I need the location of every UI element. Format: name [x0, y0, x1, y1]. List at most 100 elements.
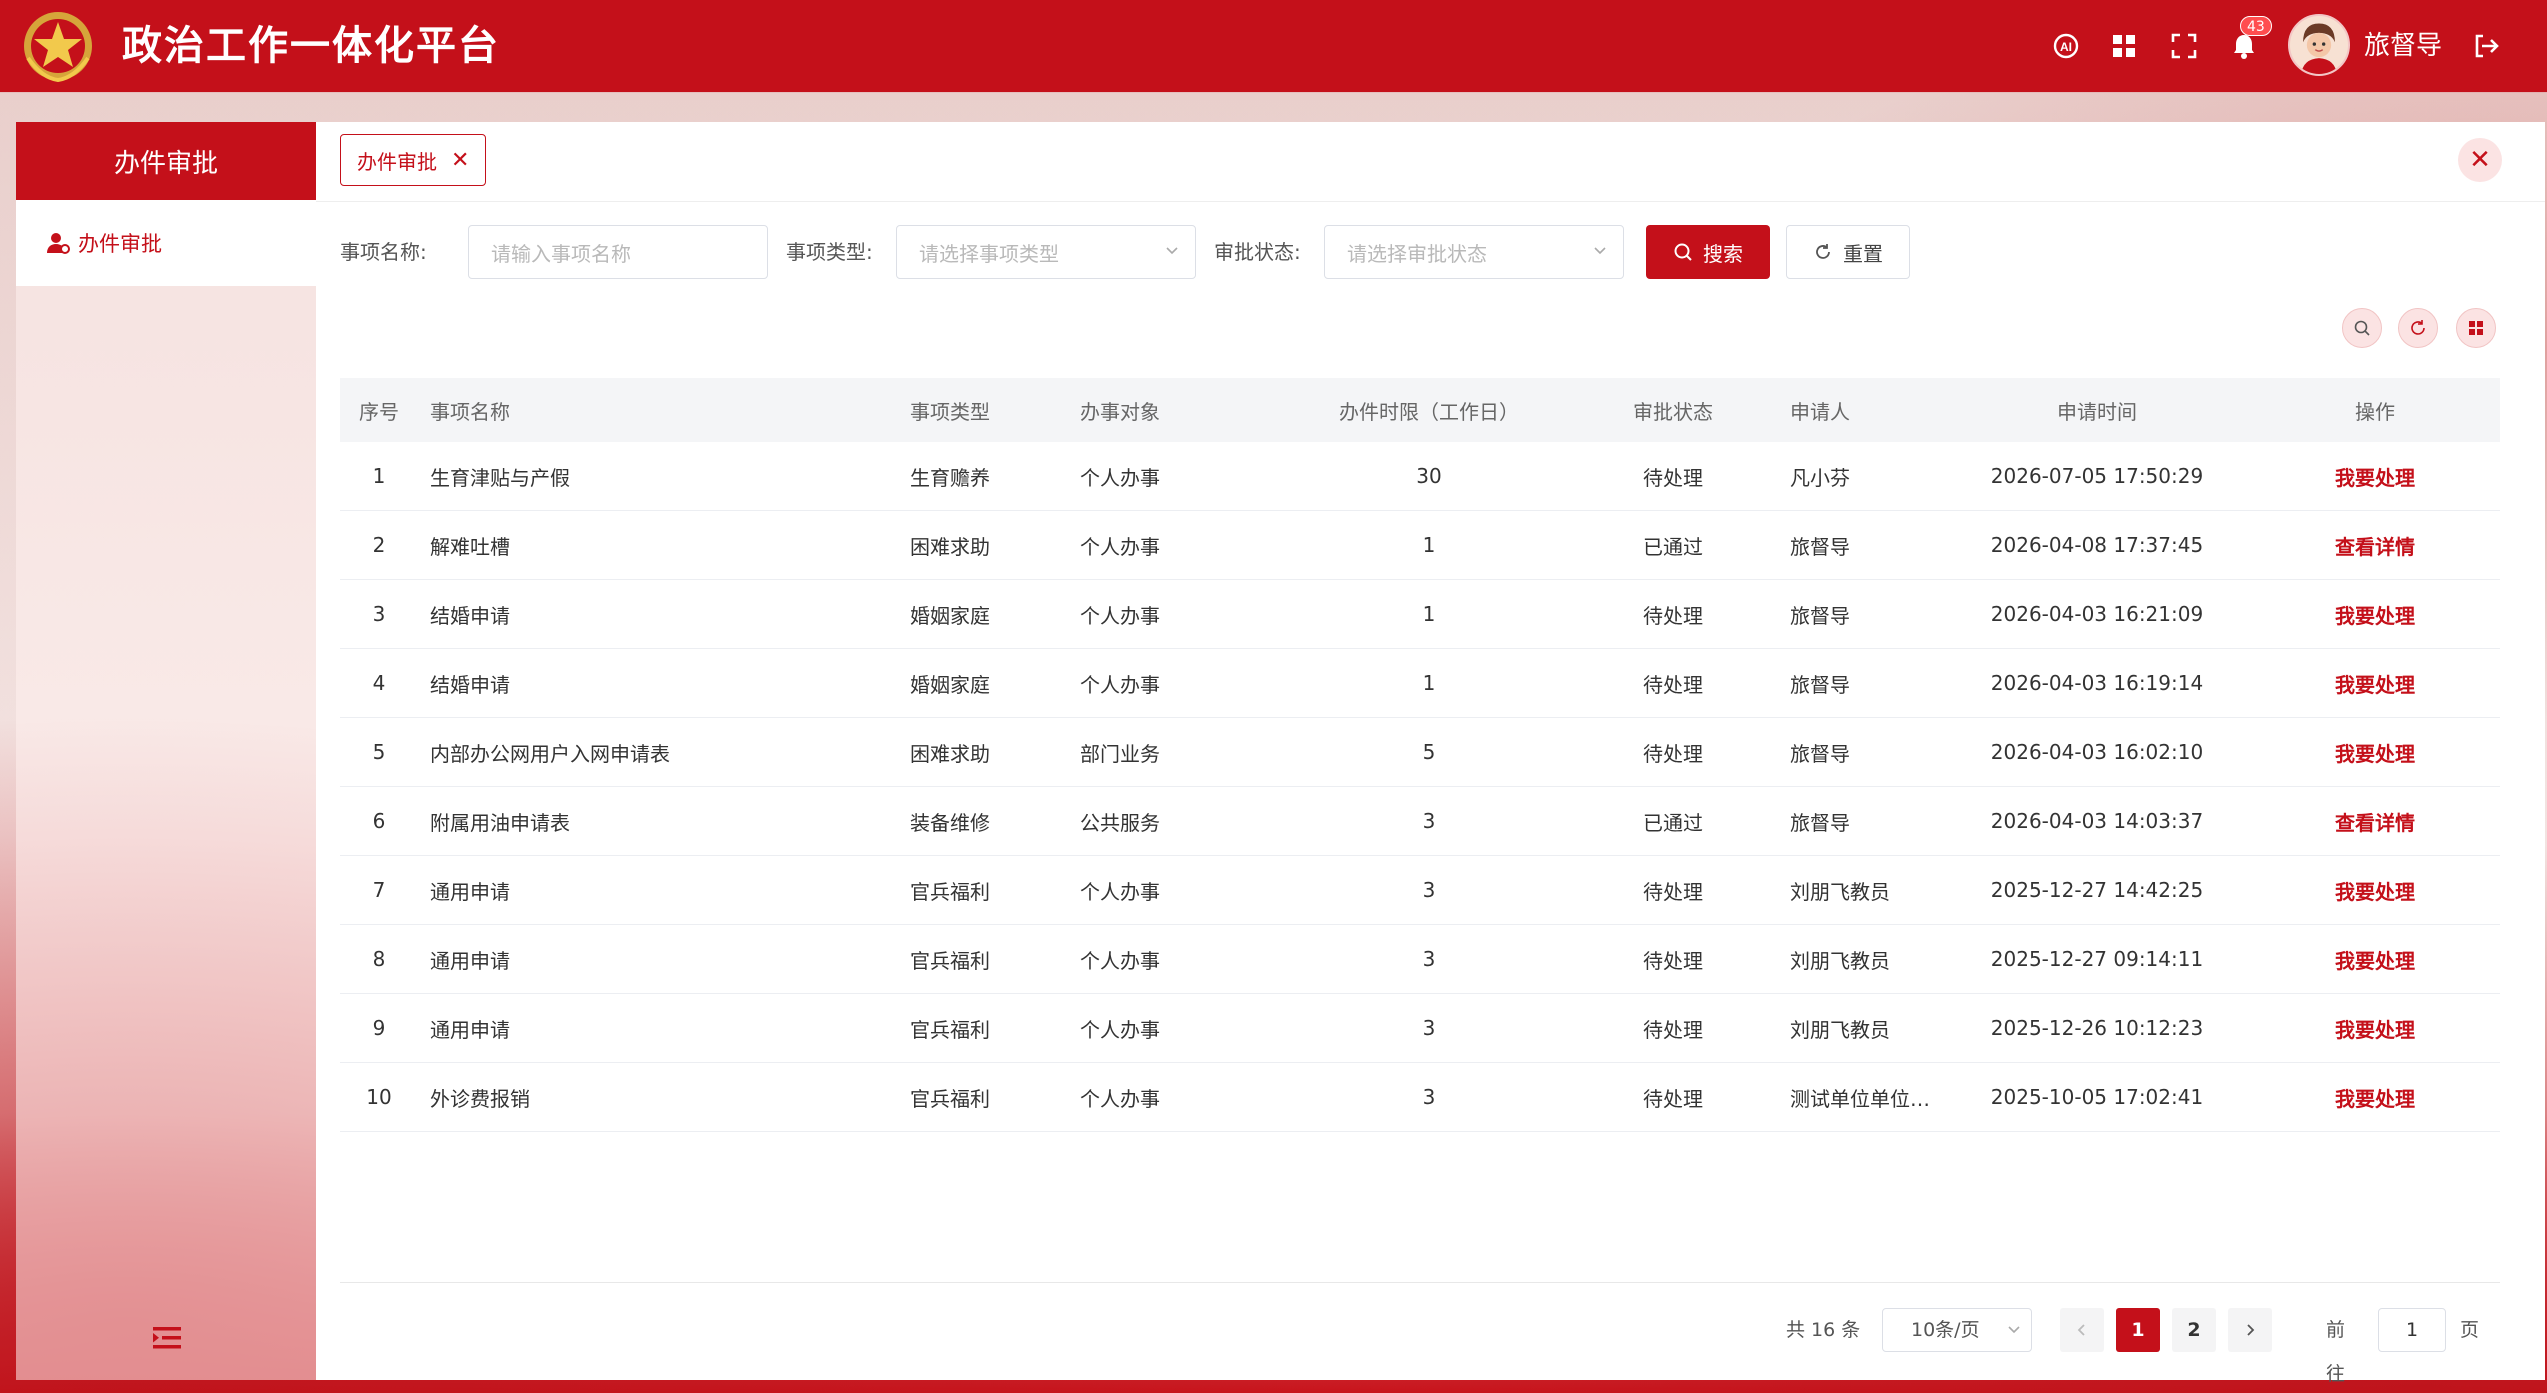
tab-label: 办件审批	[357, 149, 437, 174]
cell-limit: 1	[1422, 602, 1436, 626]
row-action-link[interactable]: 我要处理	[2250, 600, 2500, 629]
status-filter-label: 审批状态:	[1214, 240, 1301, 264]
col-header-type: 事项类型	[910, 399, 990, 424]
col-header-name: 事项名称	[430, 399, 510, 424]
cell-limit: 3	[1422, 1016, 1436, 1040]
col-header-action: 操作	[2355, 399, 2395, 424]
cell-applicant: 刘朋飞教员	[1790, 879, 1890, 904]
apps-grid-icon[interactable]	[2106, 28, 2142, 64]
row-action-link[interactable]: 我要处理	[2250, 738, 2500, 767]
cell-name: 生育津贴与产假	[430, 465, 570, 490]
user-name[interactable]: 旅督导	[2364, 28, 2442, 64]
row-action-link[interactable]: 我要处理	[2250, 1083, 2500, 1112]
cell-target: 个人办事	[1080, 879, 1160, 904]
page-suffix: 页	[2460, 1319, 2480, 1341]
search-button[interactable]: 搜索	[1646, 225, 1770, 279]
cell-status: 待处理	[1643, 1086, 1703, 1111]
row-action-link[interactable]: 我要处理	[2250, 669, 2500, 698]
row-action-link[interactable]: 我要处理	[2250, 876, 2500, 905]
type-filter-label: 事项类型:	[786, 240, 873, 264]
col-header-no: 序号	[359, 399, 399, 424]
close-all-tabs-button[interactable]: ✕	[2458, 138, 2502, 182]
cell-type: 官兵福利	[910, 1086, 990, 1111]
cell-name: 外诊费报销	[430, 1086, 530, 1111]
goto-page-input[interactable]: 1	[2378, 1308, 2446, 1352]
ai-icon[interactable]: AI	[2048, 28, 2084, 64]
refresh-icon	[1816, 244, 1830, 259]
name-search-input[interactable]: 请输入事项名称	[468, 225, 768, 279]
cell-name: 结婚申请	[430, 603, 510, 628]
status-select[interactable]: 请选择审批状态	[1324, 225, 1624, 279]
row-action-link[interactable]: 查看详情	[2250, 531, 2500, 560]
prev-page-button[interactable]	[2060, 1308, 2104, 1352]
cell-target: 部门业务	[1080, 741, 1160, 766]
cell-name: 通用申请	[430, 879, 510, 904]
cell-limit: 3	[1422, 878, 1436, 902]
cell-status: 待处理	[1643, 672, 1703, 697]
collapse-menu-icon[interactable]	[151, 1324, 183, 1352]
table-row: 2 解难吐槽 困难求助 个人办事 1 已通过 旅督导 2026-04-08 17:37:45 查…	[340, 511, 2500, 580]
user-icon	[47, 233, 70, 254]
app-title: 政治工作一体化平台	[122, 23, 500, 69]
cell-time: 2026-04-03 16:19:14	[1990, 671, 2204, 695]
type-select[interactable]: 请选择事项类型	[896, 225, 1196, 279]
cell-target: 个人办事	[1080, 603, 1160, 628]
table-row: 1 生育津贴与产假 生育赡养 个人办事 30 待处理 凡小芬 2026-07-05 17:50…	[340, 442, 2500, 511]
cell-type: 婚姻家庭	[910, 603, 990, 628]
avatar[interactable]	[2288, 14, 2350, 76]
cell-applicant: 旅督导	[1790, 672, 1850, 697]
cell-status: 待处理	[1643, 603, 1703, 628]
name-filter-label: 事项名称:	[340, 240, 427, 264]
cell-no: 3	[372, 602, 386, 626]
cell-limit: 5	[1422, 740, 1436, 764]
row-action-link[interactable]: 我要处理	[2250, 945, 2500, 974]
table-row: 8 通用申请 官兵福利 个人办事 3 待处理 刘朋飞教员 2025-12-27 09:14:1…	[340, 925, 2500, 994]
cell-status: 待处理	[1643, 879, 1703, 904]
cell-target: 公共服务	[1080, 810, 1160, 835]
refresh-table-button[interactable]	[2398, 308, 2438, 348]
cell-no: 9	[372, 1016, 386, 1040]
cell-type: 官兵福利	[910, 948, 990, 973]
fullscreen-icon[interactable]	[2166, 28, 2202, 64]
notification-badge: 43	[2240, 16, 2272, 36]
cell-name: 附属用油申请表	[430, 810, 570, 835]
cell-limit: 3	[1422, 1085, 1436, 1109]
chevron-left-icon	[2077, 1324, 2085, 1336]
close-icon[interactable]: ✕	[451, 148, 469, 173]
cell-status: 待处理	[1643, 1017, 1703, 1042]
tab-approval[interactable]: 办件审批 ✕	[340, 134, 487, 186]
cell-time: 2026-04-08 17:37:45	[1990, 533, 2204, 557]
filter-bar: 事项名称: 请输入事项名称 事项类型: 请选择事项类型 审批状态: 请选择审批状…	[340, 225, 2040, 279]
svg-text:AI: AI	[2060, 40, 2072, 54]
reset-button[interactable]: 重置	[1786, 225, 1910, 279]
cell-status: 已通过	[1643, 810, 1703, 835]
cell-time: 2025-12-26 10:12:23	[1990, 1016, 2204, 1040]
page-button-2[interactable]: 2	[2172, 1308, 2216, 1352]
page-size-select[interactable]: 10条/页	[1882, 1308, 2032, 1352]
cell-time: 2026-04-03 14:03:37	[1990, 809, 2204, 833]
cell-applicant: 刘朋飞教员	[1790, 1017, 1890, 1042]
col-header-status: 审批状态	[1633, 399, 1713, 424]
cell-target: 个人办事	[1080, 1086, 1160, 1111]
row-action-link[interactable]: 我要处理	[2250, 1014, 2500, 1043]
toggle-search-button[interactable]	[2342, 308, 2382, 348]
table-row: 5 内部办公网用户入网申请表 困难求助 部门业务 5 待处理 旅督导 2026-04-03 1…	[340, 718, 2500, 787]
col-header-applicant: 申请人	[1790, 399, 1850, 424]
cell-applicant: 测试单位单位管...	[1790, 1086, 1944, 1111]
table-row: 4 结婚申请 婚姻家庭 个人办事 1 待处理 旅督导 2026-04-03 16:19:14 我…	[340, 649, 2500, 718]
cell-no: 4	[372, 671, 386, 695]
top-header: 政治工作一体化平台 AI 43 旅督导	[0, 0, 2547, 92]
page-button-1[interactable]: 1	[2116, 1308, 2160, 1352]
sidebar-item-approval[interactable]: 办件审批	[16, 200, 316, 286]
table-body: 1 生育津贴与产假 生育赡养 个人办事 30 待处理 凡小芬 2026-07-05 17:50…	[340, 442, 2500, 1132]
cell-no: 6	[372, 809, 386, 833]
table-row: 9 通用申请 官兵福利 个人办事 3 待处理 刘朋飞教员 2025-12-26 10:12:2…	[340, 994, 2500, 1063]
column-settings-button[interactable]	[2456, 308, 2496, 348]
sidebar-item-label: 办件审批	[78, 232, 162, 256]
row-action-link[interactable]: 我要处理	[2250, 462, 2500, 491]
table-row: 3 结婚申请 婚姻家庭 个人办事 1 待处理 旅督导 2026-04-03 16:21:09 我…	[340, 580, 2500, 649]
row-action-link[interactable]: 查看详情	[2250, 807, 2500, 836]
next-page-button[interactable]	[2228, 1308, 2272, 1352]
tab-bar: 办件审批 ✕ ✕	[316, 122, 2545, 202]
logout-icon[interactable]	[2468, 28, 2504, 64]
